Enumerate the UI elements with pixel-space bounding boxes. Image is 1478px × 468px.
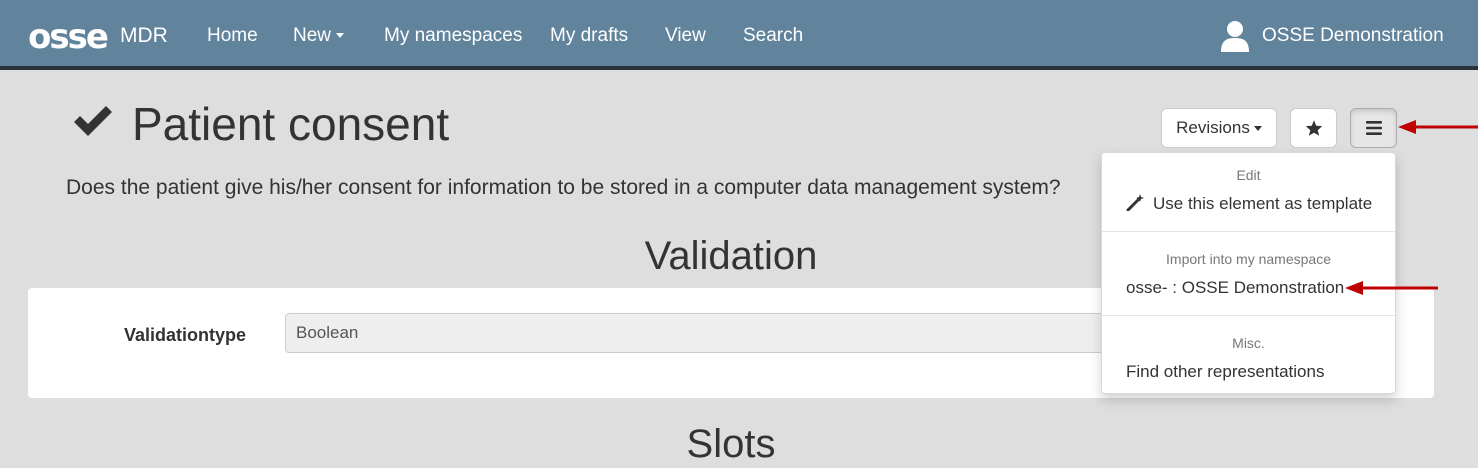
options-dropdown-menu: Edit Use this element as template Import… [1101, 152, 1396, 394]
page-title: Patient consent [132, 98, 450, 150]
use-as-template-label: Use this element as template [1153, 194, 1373, 213]
user-icon[interactable] [1220, 20, 1250, 52]
use-as-template-item[interactable]: Use this element as template [1126, 193, 1372, 215]
nav-item-home[interactable]: Home [207, 24, 258, 48]
nav-item-my-namespaces[interactable]: My namespaces [384, 24, 522, 48]
slots-section-title: Slots [686, 422, 776, 466]
magic-wand-icon [1126, 194, 1144, 212]
check-icon [74, 106, 112, 136]
nav-item-view[interactable]: View [665, 24, 706, 48]
nav-item-new-label: New [293, 25, 332, 46]
top-navbar: osse MDR Home New My namespaces My draft… [0, 0, 1478, 70]
options-menu-button[interactable] [1350, 108, 1397, 148]
nav-item-new[interactable]: New [293, 24, 345, 48]
nav-brand-mdr[interactable]: MDR [120, 24, 168, 48]
caret-down-icon [336, 33, 345, 39]
nav-item-my-drafts[interactable]: My drafts [550, 24, 628, 48]
dropdown-divider [1102, 231, 1395, 232]
osse-logo[interactable]: osse [28, 20, 109, 54]
dropdown-header-misc: Misc. [1232, 335, 1265, 351]
dropdown-header-import: Import into my namespace [1166, 251, 1331, 267]
user-menu-name[interactable]: OSSE Demonstration [1262, 24, 1444, 48]
star-icon [1305, 120, 1322, 136]
element-description: Does the patient give his/her consent fo… [66, 176, 1061, 199]
import-namespace-item[interactable]: osse- : OSSE Demonstration [1126, 277, 1344, 299]
validation-type-label: Validationtype [124, 325, 247, 345]
revisions-button[interactable]: Revisions [1161, 108, 1277, 148]
annotation-arrow-menu [1398, 120, 1478, 134]
hamburger-menu-icon [1365, 121, 1382, 135]
find-other-representations-item[interactable]: Find other representations [1126, 361, 1324, 383]
nav-item-search[interactable]: Search [743, 24, 803, 48]
dropdown-header-edit: Edit [1236, 167, 1261, 183]
favorite-star-button[interactable] [1290, 108, 1337, 148]
caret-down-icon [1253, 126, 1262, 132]
dropdown-divider [1102, 315, 1395, 316]
revisions-button-label: Revisions [1176, 118, 1250, 137]
annotation-arrow-import [1345, 281, 1438, 295]
